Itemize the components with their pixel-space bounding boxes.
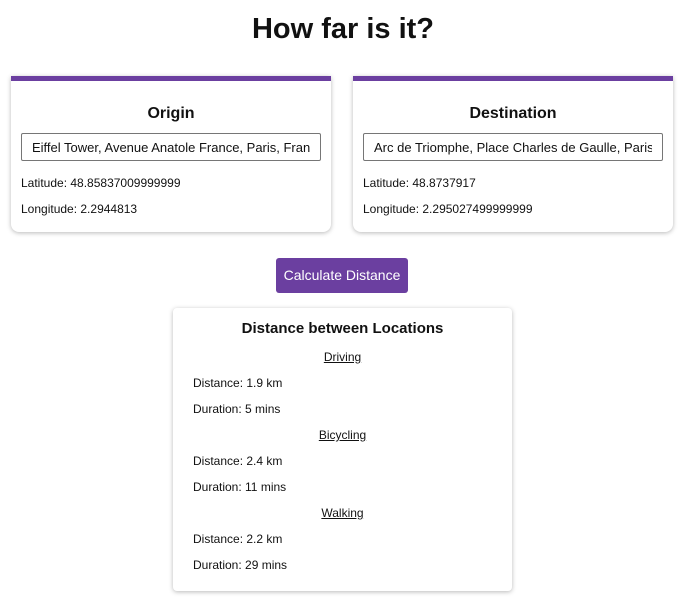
distance-result-card: Distance between Locations Driving Dista… (173, 308, 512, 591)
origin-heading: Origin (147, 105, 195, 122)
origin-latitude: Latitude: 48.85837009999999 (21, 176, 181, 190)
walking-duration: Duration: 29 mins (193, 558, 288, 572)
origin-longitude: Longitude: 2.2944813 (21, 202, 138, 216)
walking-distance: Distance: 2.2 km (193, 532, 283, 546)
page-title: How far is it? (251, 13, 435, 45)
walking-mode-title: Walking (321, 506, 364, 520)
destination-heading: Destination (469, 105, 557, 122)
calculate-distance-button[interactable]: Calculate Distance (276, 258, 408, 293)
bicycling-duration: Duration: 11 mins (193, 480, 287, 494)
driving-mode-title: Driving (323, 350, 362, 364)
driving-distance: Distance: 1.9 km (193, 376, 283, 390)
result-heading: Distance between Locations (241, 320, 444, 337)
destination-longitude: Longitude: 2.295027499999999 (363, 202, 533, 216)
destination-latitude: Latitude: 48.8737917 (363, 176, 476, 190)
destination-input[interactable] (363, 133, 663, 161)
destination-card: Destination Latitude: 48.8737917 Longitu… (353, 76, 673, 232)
driving-duration: Duration: 5 mins (193, 402, 281, 416)
bicycling-mode-title: Bicycling (318, 428, 367, 442)
bicycling-distance: Distance: 2.4 km (193, 454, 283, 468)
origin-input[interactable] (21, 133, 321, 161)
origin-card: Origin Latitude: 48.85837009999999 Longi… (11, 76, 331, 232)
